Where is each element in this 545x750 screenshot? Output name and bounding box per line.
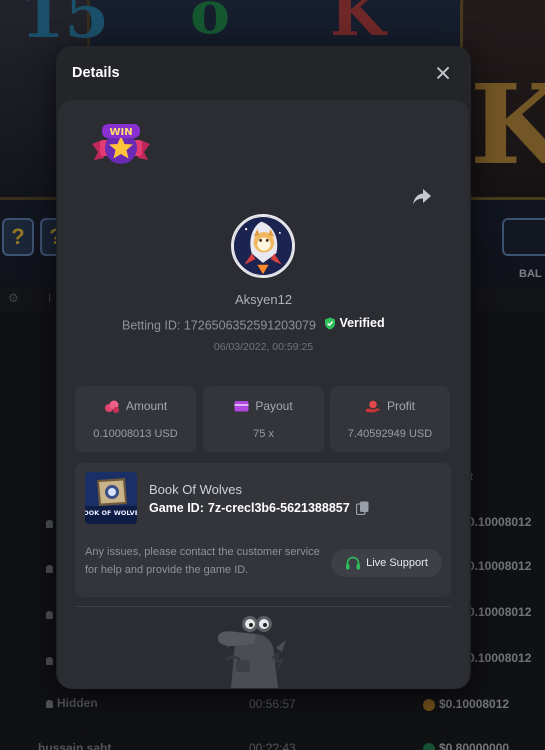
- username: Aksyen12: [234, 292, 293, 307]
- betting-id-value: 1726506352591203079: [183, 318, 316, 333]
- bet-datetime: 06/03/2022, 00:59:25: [213, 341, 314, 353]
- live-support-label: Live Support: [366, 557, 428, 569]
- share-icon[interactable]: [412, 188, 432, 206]
- game-name[interactable]: Book Of Wolves: [149, 482, 242, 497]
- game-thumbnail[interactable]: BOOK OF WOLVES: [85, 472, 137, 524]
- verified-status: Verified: [324, 316, 385, 330]
- live-support-button[interactable]: Live Support: [331, 549, 442, 577]
- betting-id-label: Betting ID:: [122, 318, 181, 333]
- payout-stat-header: Payout: [203, 399, 324, 413]
- payout-stat-label: Payout: [255, 399, 293, 413]
- support-notice: Any issues, please contact the customer …: [85, 546, 320, 576]
- game-id-label: Game ID:: [149, 501, 204, 515]
- profit-stat-value: 7.40592949 USD: [347, 428, 433, 440]
- mascot-illustration: [218, 616, 286, 688]
- amount-stat: Amount 0.10008013 USD: [75, 386, 196, 452]
- profit-stat-label: Profit: [386, 399, 415, 413]
- game-info-box: BOOK OF WOLVES Book Of Wolves Game ID: 7…: [75, 463, 451, 597]
- verified-label: Verified: [339, 316, 385, 330]
- game-thumbnail-text: BOOK OF WOLVES: [85, 509, 137, 517]
- amount-stat-label: Amount: [125, 399, 168, 413]
- wallet-icon: [234, 401, 249, 412]
- avatar: [231, 214, 295, 278]
- modal-header: Details: [56, 46, 471, 98]
- copy-icon[interactable]: [355, 501, 369, 515]
- details-modal: Details WIN Aksyen12 Betting ID: 1726506…: [56, 46, 471, 689]
- bet-details-card: WIN Aksyen12 Betting ID: 172650635259120…: [58, 100, 469, 689]
- coins-icon: [104, 400, 119, 413]
- win-badge-text: WIN: [109, 127, 132, 138]
- headset-icon: [346, 556, 361, 569]
- payout-stat-value: 75 x: [253, 428, 274, 440]
- amount-stat-header: Amount: [75, 399, 196, 413]
- close-icon[interactable]: [436, 66, 450, 80]
- betting-id-line: Betting ID: 1726506352591203079 Verified: [122, 316, 385, 333]
- payout-stat: Payout 75 x: [203, 386, 324, 452]
- game-id-line: Game ID: 7z-crecl3b6-5621388857: [149, 501, 369, 515]
- money-hand-icon: [365, 400, 380, 412]
- win-badge-icon: WIN: [92, 124, 150, 164]
- amount-stat-value: 0.10008013 USD: [93, 428, 178, 440]
- profit-stat-header: Profit: [330, 399, 450, 413]
- modal-title: Details: [72, 65, 120, 81]
- game-id-value: 7z-crecl3b6-5621388857: [207, 501, 350, 515]
- shield-check-icon: [325, 317, 336, 329]
- divider: [75, 606, 451, 607]
- profit-stat: Profit 7.40592949 USD: [330, 386, 450, 452]
